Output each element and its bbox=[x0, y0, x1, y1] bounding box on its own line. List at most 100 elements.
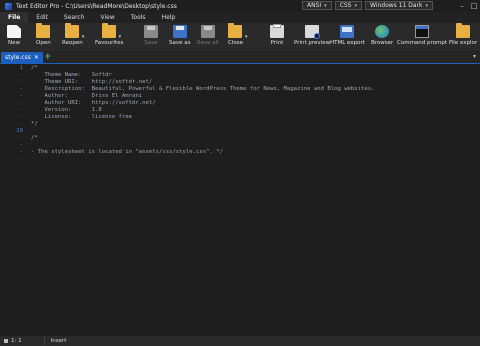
menu-file[interactable]: File bbox=[0, 12, 29, 23]
tab-label: style.css bbox=[5, 54, 31, 61]
code-line[interactable]: /* bbox=[31, 135, 38, 142]
code-line[interactable]: - The stylesheet is located in "assets/c… bbox=[31, 149, 223, 156]
favourites-button[interactable]: ▾ Favourites bbox=[95, 23, 124, 50]
code-line[interactable]: Theme URI: http://softdr.net/ bbox=[31, 79, 152, 86]
code-line[interactable]: Description: Beautiful, Powerful & Flexi… bbox=[31, 86, 374, 93]
line-number: - bbox=[19, 156, 23, 162]
folder-star-icon: ▾ bbox=[102, 23, 121, 40]
title-bar: Text Editor Pro - C:\Users\ReadMore\Desk… bbox=[0, 0, 480, 12]
browser-label: Browser bbox=[371, 40, 394, 46]
chevron-down-icon: ▾ bbox=[244, 34, 248, 40]
line-number: - bbox=[19, 72, 23, 78]
line-number: 1 bbox=[19, 65, 23, 71]
save-as-icon bbox=[172, 25, 187, 38]
save-all-icon bbox=[200, 25, 215, 38]
menu-help[interactable]: Help bbox=[154, 12, 184, 23]
line-number: - bbox=[19, 86, 23, 92]
terminal-icon bbox=[415, 25, 430, 38]
cursor-position-icon bbox=[4, 339, 8, 343]
folder-open-icon bbox=[36, 23, 51, 38]
folder-close-icon: ▾ bbox=[228, 23, 247, 40]
print-preview-icon bbox=[305, 25, 321, 39]
code-line[interactable]: Author URI: https://softdr.net/ bbox=[31, 100, 155, 107]
printer-icon bbox=[270, 24, 284, 38]
reopen-label: Reopen bbox=[62, 40, 83, 46]
language-select[interactable]: CSS ▾ bbox=[334, 1, 363, 10]
code-line[interactable]: Theme Name: Softdr bbox=[31, 72, 111, 79]
new-file-icon bbox=[7, 25, 21, 38]
new-button[interactable]: New bbox=[7, 24, 21, 50]
print-preview-button[interactable]: Print preview bbox=[294, 24, 330, 50]
line-number: - bbox=[19, 121, 23, 127]
chevron-down-icon: ▾ bbox=[354, 2, 358, 9]
line-number: 10 bbox=[16, 128, 23, 134]
command-prompt-button[interactable]: Command prompt bbox=[397, 24, 447, 50]
menu-search[interactable]: Search bbox=[56, 12, 93, 23]
chevron-down-icon: ▾ bbox=[81, 34, 85, 40]
code-line[interactable]: Version: 1.0 bbox=[31, 107, 101, 114]
code-line[interactable]: Author: Driss El Amrani bbox=[31, 93, 142, 100]
print-preview-label: Print preview bbox=[294, 40, 331, 46]
tab-style-css[interactable]: style.css ✕ bbox=[1, 52, 43, 63]
encoding-select[interactable]: ANSI ▾ bbox=[302, 1, 332, 10]
code-editor[interactable]: 1- - - - - - - -10- - - - /* Theme Name: Softdr Th… bbox=[0, 64, 480, 336]
code-line[interactable]: /* bbox=[31, 65, 38, 72]
html-export-label: HTML export bbox=[330, 40, 365, 46]
line-number: - bbox=[19, 100, 23, 106]
theme-select[interactable]: Windows 11 Dark ▾ bbox=[365, 1, 434, 10]
menu-edit[interactable]: Edit bbox=[28, 12, 56, 23]
language-value: CSS bbox=[339, 2, 352, 9]
code-line[interactable]: License: license free bbox=[31, 114, 132, 121]
menu-bar: File Edit Search View Tools Help bbox=[0, 12, 480, 23]
browser-button[interactable]: Browser bbox=[371, 24, 393, 50]
close-icon[interactable]: ✕ bbox=[34, 54, 39, 61]
save-all-label: Save all bbox=[197, 40, 219, 46]
file-explorer-button[interactable]: File explor bbox=[449, 23, 477, 50]
save-label: Save bbox=[144, 40, 158, 46]
line-number: - bbox=[19, 107, 23, 113]
window-title: Text Editor Pro - C:\Users\ReadMore\Desk… bbox=[16, 2, 177, 10]
save-icon bbox=[144, 25, 158, 38]
favourites-label: Favourites bbox=[95, 40, 124, 46]
close-label: Close bbox=[228, 40, 243, 46]
insert-mode[interactable]: Insert bbox=[51, 338, 67, 344]
close-button[interactable]: ▾ Close bbox=[228, 23, 247, 50]
add-tab-icon[interactable]: + bbox=[44, 52, 52, 62]
line-number: - bbox=[19, 79, 23, 85]
open-label: Open bbox=[36, 40, 51, 46]
globe-icon bbox=[375, 25, 390, 38]
cursor-position: 1: 1 bbox=[11, 338, 22, 344]
line-number: - bbox=[19, 114, 23, 120]
html-export-button[interactable]: HTML export bbox=[330, 24, 365, 50]
chevron-down-icon: ▾ bbox=[118, 34, 122, 40]
line-number: - bbox=[19, 135, 23, 141]
line-number: - bbox=[19, 142, 23, 148]
line-number-gutter: 1- - - - - - - -10- - - - bbox=[0, 64, 26, 336]
menu-tools[interactable]: Tools bbox=[123, 12, 154, 23]
folder-reopen-icon: ▾ bbox=[65, 23, 84, 40]
theme-value: Windows 11 Dark bbox=[370, 2, 423, 9]
line-number: - bbox=[19, 149, 23, 155]
command-prompt-label: Command prompt bbox=[397, 40, 448, 46]
chevron-down-icon: ▾ bbox=[324, 2, 327, 9]
open-button[interactable]: Open bbox=[36, 23, 51, 50]
status-bar: 1: 1 Insert bbox=[0, 336, 480, 346]
chevron-down-icon[interactable]: ▾ bbox=[473, 53, 476, 60]
status-divider bbox=[43, 337, 45, 345]
maximize-button[interactable]: □ bbox=[468, 0, 480, 12]
code-line[interactable]: */ bbox=[31, 121, 38, 128]
toolbar: New Open ▾ Reopen ▾ Favourites Save Save… bbox=[0, 23, 480, 52]
print-button[interactable]: Print bbox=[270, 24, 284, 50]
reopen-button[interactable]: ▾ Reopen bbox=[62, 23, 84, 50]
print-label: Print bbox=[270, 40, 284, 46]
encoding-value: ANSI bbox=[307, 2, 322, 9]
tab-bar: style.css ✕ + ▾ bbox=[0, 51, 480, 64]
minimize-button[interactable]: – bbox=[456, 0, 468, 12]
menu-view[interactable]: View bbox=[93, 12, 123, 23]
html-export-icon bbox=[340, 25, 355, 38]
save-as-button[interactable]: Save as bbox=[169, 24, 190, 50]
file-explorer-icon bbox=[456, 23, 471, 38]
chevron-down-icon: ▾ bbox=[425, 2, 429, 9]
save-all-button[interactable]: Save all bbox=[197, 24, 219, 50]
save-button[interactable]: Save bbox=[144, 24, 158, 50]
